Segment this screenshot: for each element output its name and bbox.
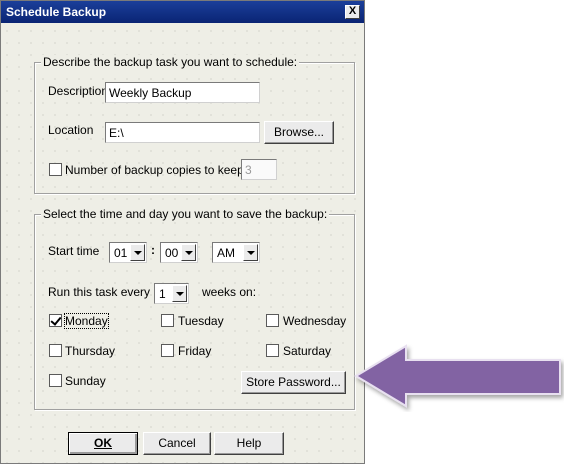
ok-button-label: OK (94, 436, 112, 450)
ok-button[interactable]: OK (68, 432, 138, 455)
cancel-button[interactable]: Cancel (143, 432, 211, 455)
chevron-down-icon[interactable] (243, 244, 258, 261)
time-group-legend: Select the time and day you want to save… (41, 207, 330, 221)
chevron-down-icon[interactable] (172, 285, 187, 302)
location-label: Location (48, 123, 94, 137)
hour-value: 01 (114, 246, 128, 260)
description-input[interactable] (105, 82, 260, 103)
left-arrow-icon (354, 344, 561, 408)
copies-label: Number of backup copies to keep (65, 163, 244, 177)
copies-checkbox[interactable] (49, 163, 62, 176)
friday-label: Friday (178, 344, 212, 358)
tuesday-checkbox[interactable] (161, 314, 174, 327)
close-button[interactable]: X (345, 5, 360, 19)
task-group-legend: Describe the backup task you want to sch… (41, 55, 300, 69)
ampm-select[interactable]: AM (212, 242, 260, 263)
friday-checkbox[interactable] (161, 344, 174, 357)
thursday-checkbox[interactable] (49, 344, 62, 357)
minute-select[interactable]: 00 (160, 242, 198, 263)
saturday-label: Saturday (283, 344, 332, 358)
saturday-checkbox[interactable] (266, 344, 279, 357)
thursday-label: Thursday (65, 344, 116, 358)
monday-checkbox[interactable] (49, 314, 62, 327)
sunday-label: Sunday (65, 374, 106, 388)
title-bar: Schedule Backup X (1, 1, 364, 23)
description-label: Description (48, 84, 109, 98)
chevron-down-icon[interactable] (181, 244, 196, 261)
time-separator: : (151, 243, 155, 257)
run-every-label: Run this task every (48, 285, 151, 299)
store-password-button[interactable]: Store Password... (241, 371, 346, 394)
tuesday-label: Tuesday (178, 314, 224, 328)
minute-value: 00 (165, 246, 179, 260)
chevron-down-icon[interactable] (130, 244, 145, 261)
weeks-select[interactable]: 1 (154, 283, 189, 304)
close-icon: X (348, 5, 357, 17)
monday-label: Monday (64, 313, 109, 329)
hour-select[interactable]: 01 (109, 242, 147, 263)
window-title: Schedule Backup (6, 5, 107, 19)
ampm-value: AM (217, 246, 235, 260)
help-button[interactable]: Help (214, 432, 284, 455)
browse-button[interactable]: Browse... (264, 121, 334, 144)
sunday-checkbox[interactable] (49, 374, 62, 387)
weeks-on-label: weeks on: (202, 285, 257, 299)
wednesday-checkbox[interactable] (266, 314, 279, 327)
weeks-value: 1 (159, 287, 166, 301)
start-time-label: Start time (48, 244, 100, 258)
copies-input[interactable] (241, 159, 277, 180)
schedule-backup-dialog: Schedule Backup X Describe the backup ta… (0, 0, 365, 464)
location-input[interactable] (105, 122, 260, 143)
wednesday-label: Wednesday (283, 314, 347, 328)
